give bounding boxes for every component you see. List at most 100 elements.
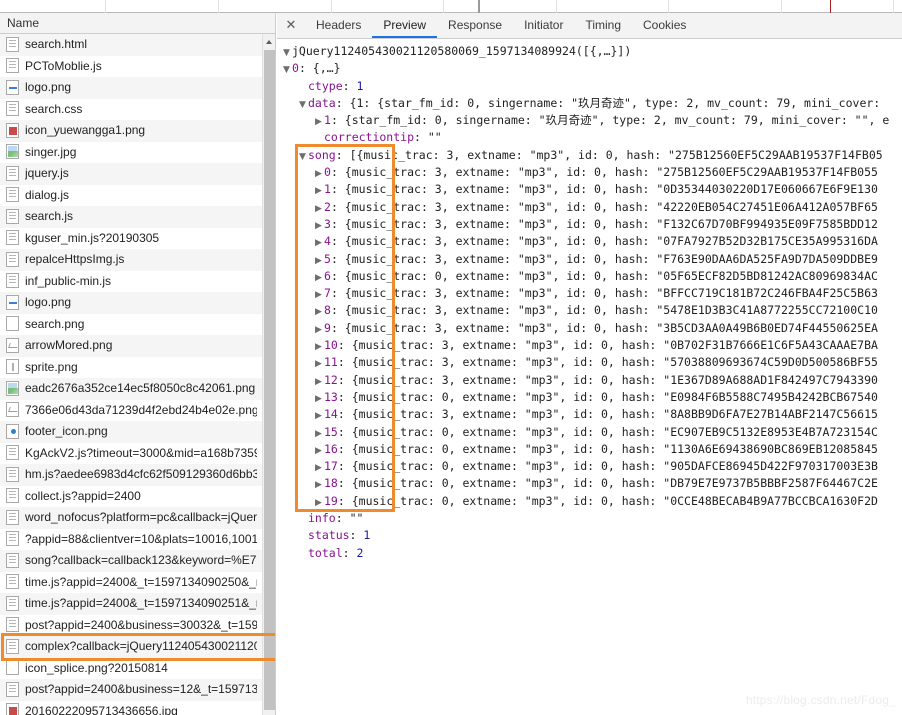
list-item[interactable]: icon_yuewangga1.png: [0, 120, 275, 142]
json-line[interactable]: ▶ 3: {music_trac: 3, extname: "mp3", id: …: [277, 216, 902, 233]
chevron-right-icon[interactable]: ▶: [315, 339, 324, 354]
chevron-right-icon[interactable]: ▶: [315, 201, 324, 216]
json-line[interactable]: ▼ 0: {,…}: [277, 60, 902, 77]
close-icon[interactable]: ✕: [277, 13, 305, 38]
json-line[interactable]: correctiontip: "": [277, 129, 902, 146]
list-item[interactable]: ?appid=88&clientver=10&plats=10016,1001.: [0, 528, 275, 550]
list-item[interactable]: repalceHttpsImg.js: [0, 249, 275, 271]
chevron-right-icon[interactable]: ▶: [315, 426, 324, 441]
scrollbar-thumb[interactable]: [264, 50, 275, 710]
chevron-right-icon[interactable]: ▶: [315, 408, 324, 423]
chevron-right-icon[interactable]: ▶: [315, 166, 324, 181]
list-item[interactable]: collect.js?appid=2400: [0, 485, 275, 507]
list-item[interactable]: search.css: [0, 98, 275, 120]
json-line[interactable]: ▶ 10: {music_trac: 3, extname: "mp3", id:…: [277, 337, 902, 354]
chevron-right-icon[interactable]: ▶: [315, 443, 324, 458]
list-item[interactable]: time.js?appid=2400&_t=1597134090250&_r=: [0, 571, 275, 593]
json-line[interactable]: ▶ 18: {music_trac: 0, extname: "mp3", id:…: [277, 475, 902, 492]
tab-cookies[interactable]: Cookies: [632, 13, 697, 38]
list-item[interactable]: 7366e06d43da71239d4f2ebd24b4e02e.png: [0, 399, 275, 421]
list-item[interactable]: search.png: [0, 313, 275, 335]
json-line[interactable]: ▶ 15: {music_trac: 0, extname: "mp3", id:…: [277, 424, 902, 441]
network-overview-timeline[interactable]: [0, 0, 902, 13]
list-item[interactable]: song?callback=callback123&keyword=%E7%: [0, 550, 275, 572]
json-line[interactable]: total: 2: [277, 545, 902, 562]
list-item[interactable]: footer_icon.png: [0, 421, 275, 443]
chevron-down-icon[interactable]: ▼: [283, 62, 292, 77]
chevron-right-icon[interactable]: ▶: [315, 477, 324, 492]
chevron-right-icon[interactable]: ▶: [315, 253, 324, 268]
json-line[interactable]: ▶ 19: {music_trac: 0, extname: "mp3", id:…: [277, 493, 902, 510]
list-item[interactable]: dialog.js: [0, 184, 275, 206]
chevron-right-icon[interactable]: ▶: [315, 374, 324, 389]
json-line[interactable]: ▶ 1: {star_fm_id: 0, singername: "玖月奇迹", …: [277, 112, 902, 129]
list-item[interactable]: arrowMored.png: [0, 335, 275, 357]
json-line[interactable]: ▶ 9: {music_trac: 3, extname: "mp3", id: …: [277, 320, 902, 337]
tab-preview[interactable]: Preview: [372, 13, 438, 38]
list-item[interactable]: hm.js?aedee6983d4cfc62f509129360d6bb3d: [0, 464, 275, 486]
list-item[interactable]: icon_splice.png?20150814: [0, 657, 275, 679]
chevron-down-icon[interactable]: ▼: [299, 97, 308, 112]
json-line[interactable]: ▶ 2: {music_trac: 3, extname: "mp3", id: …: [277, 199, 902, 216]
chevron-down-icon[interactable]: ▼: [299, 149, 308, 164]
tab-headers[interactable]: Headers: [305, 13, 372, 38]
list-item[interactable]: post?appid=2400&business=12&_t=1597134: [0, 679, 275, 701]
overview-selection-region[interactable]: [0, 0, 480, 13]
chevron-right-icon[interactable]: ▶: [315, 460, 324, 475]
list-item[interactable]: jquery.js: [0, 163, 275, 185]
chevron-right-icon[interactable]: ▶: [315, 183, 324, 198]
list-item[interactable]: sprite.png: [0, 356, 275, 378]
chevron-right-icon[interactable]: ▶: [315, 495, 324, 510]
json-line[interactable]: info: "": [277, 510, 902, 527]
list-item[interactable]: logo.png: [0, 292, 275, 314]
json-line[interactable]: ▶ 4: {music_trac: 3, extname: "mp3", id: …: [277, 233, 902, 250]
list-item[interactable]: KgAckV2.js?timeout=3000&mid=a168b7359c: [0, 442, 275, 464]
json-line[interactable]: ▶ 6: {music_trac: 0, extname: "mp3", id: …: [277, 268, 902, 285]
json-line[interactable]: ▶ 12: {music_trac: 3, extname: "mp3", id:…: [277, 372, 902, 389]
list-item[interactable]: search.js: [0, 206, 275, 228]
tab-response[interactable]: Response: [437, 13, 513, 38]
tab-timing[interactable]: Timing: [574, 13, 632, 38]
chevron-right-icon[interactable]: ▶: [315, 304, 324, 319]
chevron-right-icon[interactable]: ▶: [315, 270, 324, 285]
chevron-down-icon[interactable]: ▼: [283, 45, 292, 60]
list-item[interactable]: search.html: [0, 34, 275, 56]
list-item[interactable]: inf_public-min.js: [0, 270, 275, 292]
json-line[interactable]: ctype: 1: [277, 78, 902, 95]
json-line[interactable]: ▶ 17: {music_trac: 0, extname: "mp3", id:…: [277, 458, 902, 475]
tab-initiator[interactable]: Initiator: [513, 13, 574, 38]
json-line[interactable]: ▶ 11: {music_trac: 3, extname: "mp3", id:…: [277, 354, 902, 371]
json-line[interactable]: ▶ 1: {music_trac: 3, extname: "mp3", id: …: [277, 181, 902, 198]
requests-list[interactable]: search.html PCToMoblie.js logo.png search.c…: [0, 34, 275, 715]
json-line[interactable]: ▼ data: {1: {star_fm_id: 0, singername: "…: [277, 95, 902, 112]
list-item[interactable]: complex?callback=jQuery1124054300211205: [0, 636, 275, 658]
chevron-right-icon[interactable]: ▶: [315, 218, 324, 233]
json-line[interactable]: ▶ 14: {music_trac: 3, extname: "mp3", id:…: [277, 406, 902, 423]
triangle-up-icon[interactable]: [263, 34, 275, 48]
json-line[interactable]: ▶ 7: {music_trac: 3, extname: "mp3", id: …: [277, 285, 902, 302]
chevron-right-icon[interactable]: ▶: [315, 287, 324, 302]
chevron-right-icon[interactable]: ▶: [315, 114, 324, 129]
chevron-right-icon[interactable]: ▶: [315, 391, 324, 406]
json-line[interactable]: status: 1: [277, 527, 902, 544]
list-item[interactable]: singer.jpg: [0, 141, 275, 163]
list-item[interactable]: PCToMoblie.js: [0, 55, 275, 77]
json-line[interactable]: ▶ 5: {music_trac: 3, extname: "mp3", id: …: [277, 251, 902, 268]
list-item[interactable]: word_nofocus?platform=pc&callback=jQuery: [0, 507, 275, 529]
json-line[interactable]: ▶ 8: {music_trac: 3, extname: "mp3", id: …: [277, 302, 902, 319]
json-line[interactable]: ▶ 0: {music_trac: 3, extname: "mp3", id: …: [277, 164, 902, 181]
preview-json-tree[interactable]: ▼ jQuery112405430021120580069_15971340899…: [277, 39, 902, 715]
list-item[interactable]: logo.png: [0, 77, 275, 99]
list-item[interactable]: post?appid=2400&business=30032&_t=1597: [0, 614, 275, 636]
list-item[interactable]: kguser_min.js?20190305: [0, 227, 275, 249]
list-item[interactable]: 20160222095713436656.jpg: [0, 700, 275, 715]
json-root-line[interactable]: ▼ jQuery112405430021120580069_15971340899…: [277, 43, 902, 60]
list-item[interactable]: time.js?appid=2400&_t=1597134090251&_r=: [0, 593, 275, 615]
requests-list-scrollbar[interactable]: [262, 34, 275, 715]
chevron-right-icon[interactable]: ▶: [315, 235, 324, 250]
list-item[interactable]: eadc2676a352ce14ec5f8050c8c42061.png: [0, 378, 275, 400]
json-line[interactable]: ▶ 16: {music_trac: 0, extname: "mp3", id:…: [277, 441, 902, 458]
requests-column-header[interactable]: Name: [0, 13, 275, 34]
chevron-right-icon[interactable]: ▶: [315, 322, 324, 337]
json-line[interactable]: ▼ song: [{music_trac: 3, extname: "mp3", …: [277, 147, 902, 164]
